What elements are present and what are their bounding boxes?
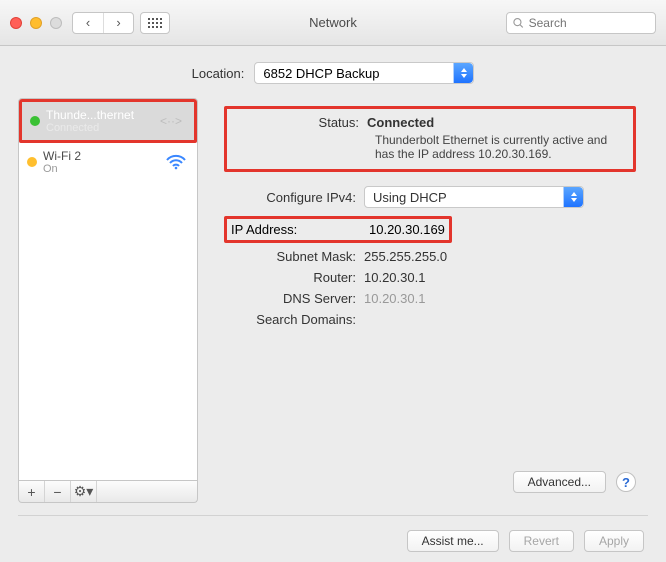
status-label: Status: (227, 115, 367, 130)
location-label: Location: (192, 66, 245, 81)
grid-icon (148, 18, 162, 28)
status-dot-icon (30, 116, 40, 126)
advanced-button[interactable]: Advanced... (513, 471, 606, 493)
router-label: Router: (224, 270, 364, 285)
nav-back-forward: ‹ › (72, 12, 134, 34)
apply-button[interactable]: Apply (584, 530, 644, 552)
sidebar-footer: + − ⚙︎▾ (18, 481, 198, 503)
location-select[interactable]: 6852 DHCP Backup (254, 62, 474, 84)
show-all-button[interactable] (140, 12, 170, 34)
back-button[interactable]: ‹ (73, 13, 103, 33)
window-controls (10, 17, 62, 29)
window-title: Network (309, 15, 357, 30)
ip-address-value: 10.20.30.169 (363, 222, 445, 237)
highlight-status-box: Status: Connected Thunderbolt Ethernet i… (224, 106, 636, 172)
location-value: 6852 DHCP Backup (263, 66, 379, 81)
configure-ipv4-value: Using DHCP (373, 190, 447, 205)
sidebar-item-label: Thunde...thernet (46, 108, 154, 122)
status-dot-icon (27, 157, 37, 167)
search-icon (513, 17, 524, 29)
ethernet-icon: <··> (160, 112, 186, 130)
dns-server-label: DNS Server: (224, 291, 364, 306)
help-button[interactable]: ? (616, 472, 636, 492)
forward-button[interactable]: › (103, 13, 133, 33)
sidebar-container: Thunde...thernet Connected <··> Wi-Fi (18, 98, 198, 503)
interface-list: Thunde...thernet Connected <··> Wi-Fi (18, 98, 198, 481)
subnet-mask-label: Subnet Mask: (224, 249, 364, 264)
sidebar-item-label: Wi-Fi 2 (43, 149, 157, 163)
dns-server-value: 10.20.30.1 (364, 291, 636, 306)
sidebar-item-ethernet[interactable]: Thunde...thernet Connected <··> (22, 102, 194, 140)
svg-text:<··>: <··> (160, 114, 182, 128)
search-domains-label: Search Domains: (224, 312, 364, 327)
ip-address-label: IP Address: (231, 222, 363, 237)
router-value: 10.20.30.1 (364, 270, 636, 285)
assist-me-button[interactable]: Assist me... (407, 530, 499, 552)
add-interface-button[interactable]: + (19, 481, 45, 502)
sidebar-item-wifi[interactable]: Wi-Fi 2 On (19, 143, 197, 181)
highlight-ip-box: IP Address: 10.20.30.169 (224, 216, 452, 243)
revert-button[interactable]: Revert (509, 530, 574, 552)
status-description: Thunderbolt Ethernet is currently active… (375, 133, 627, 161)
interface-actions-menu[interactable]: ⚙︎▾ (71, 481, 97, 502)
status-value: Connected (367, 115, 627, 130)
search-input[interactable] (529, 16, 649, 30)
location-row: Location: 6852 DHCP Backup (18, 62, 648, 84)
remove-interface-button[interactable]: − (45, 481, 71, 502)
search-field[interactable] (506, 12, 656, 34)
minimize-window-button[interactable] (30, 17, 42, 29)
bottom-bar: Assist me... Revert Apply (18, 515, 648, 552)
dropdown-arrows-icon (563, 187, 583, 207)
titlebar: ‹ › Network (0, 0, 666, 46)
sidebar-item-sub: On (43, 163, 157, 175)
wifi-icon (163, 153, 189, 171)
zoom-window-button[interactable] (50, 17, 62, 29)
configure-ipv4-label: Configure IPv4: (224, 190, 364, 205)
subnet-mask-value: 255.255.255.0 (364, 249, 636, 264)
highlight-selected-interface: Thunde...thernet Connected <··> (19, 99, 197, 143)
sidebar-item-sub: Connected (46, 122, 154, 134)
detail-pane: Status: Connected Thunderbolt Ethernet i… (212, 98, 648, 503)
configure-ipv4-select[interactable]: Using DHCP (364, 186, 584, 208)
close-window-button[interactable] (10, 17, 22, 29)
dropdown-arrows-icon (453, 63, 473, 83)
